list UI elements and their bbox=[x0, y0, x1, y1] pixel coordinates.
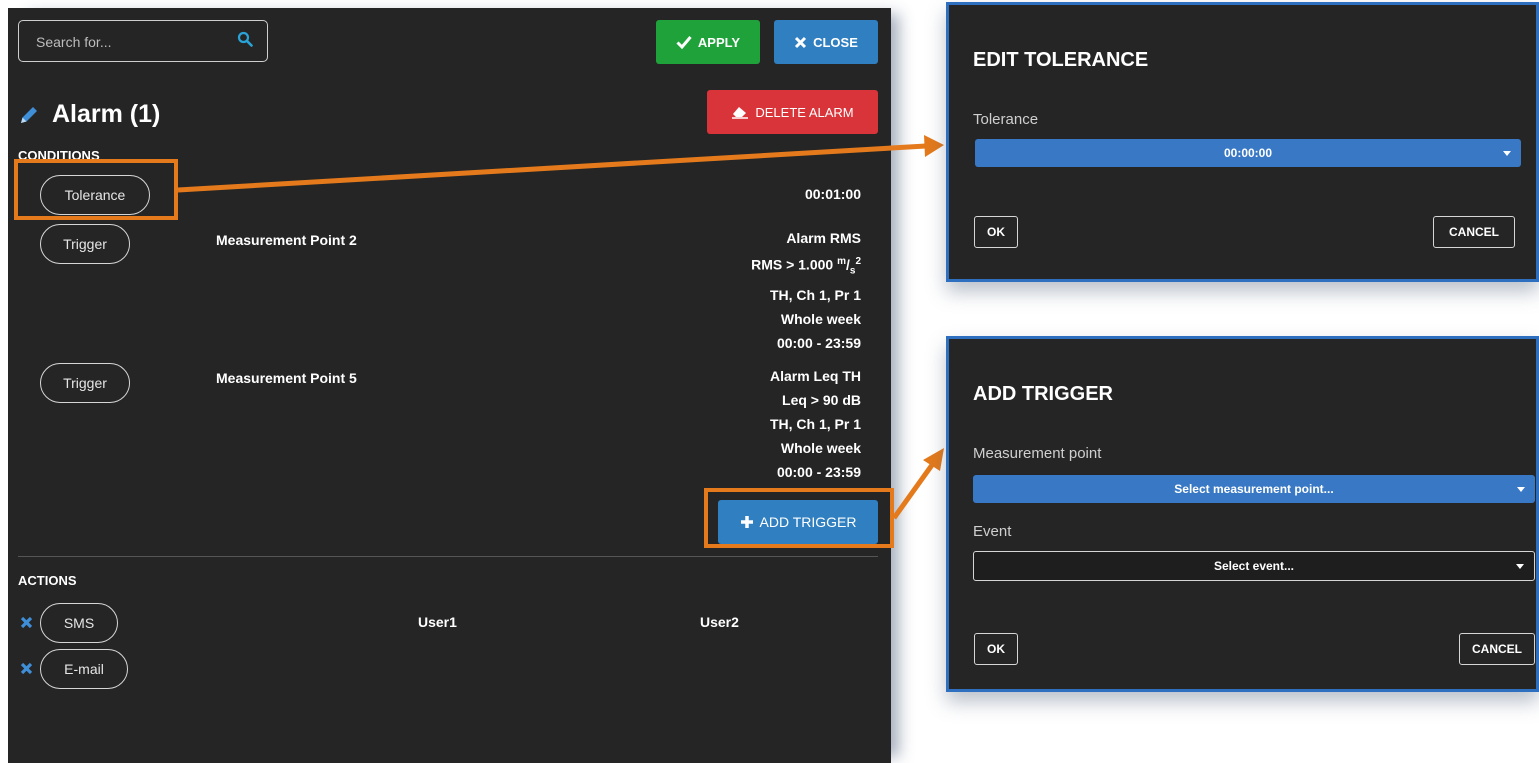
add-trigger-ok-button[interactable]: OK bbox=[974, 633, 1018, 665]
tolerance-arrow-head bbox=[924, 135, 944, 157]
add-trigger-arrow-head bbox=[923, 448, 944, 471]
event-placeholder: Select event... bbox=[1213, 559, 1295, 573]
add-trigger-arrow-line bbox=[891, 463, 935, 520]
add-trigger-cancel-button[interactable]: CANCEL bbox=[1459, 633, 1535, 665]
measurement-point-label: Measurement point bbox=[973, 445, 1102, 462]
tolerance-select-value: 00:00:00 bbox=[1223, 146, 1273, 160]
event-label: Event bbox=[973, 523, 1012, 540]
add-trigger-dialog: ADD TRIGGER Measurement point Select mea… bbox=[946, 336, 1539, 692]
chevron-down-icon bbox=[1517, 487, 1525, 492]
measurement-point-select[interactable]: Select measurement point... bbox=[973, 475, 1535, 503]
tolerance-ok-button[interactable]: OK bbox=[974, 216, 1018, 248]
measurement-point-placeholder: Select measurement point... bbox=[1174, 482, 1334, 496]
chevron-down-icon bbox=[1503, 151, 1511, 156]
tolerance-select[interactable]: 00:00:00 bbox=[975, 139, 1521, 167]
tolerance-field-label: Tolerance bbox=[973, 111, 1039, 128]
event-select[interactable]: Select event... bbox=[973, 551, 1535, 581]
edit-tolerance-title: EDIT TOLERANCE bbox=[973, 49, 1149, 71]
tolerance-arrow-line bbox=[177, 143, 927, 193]
add-trigger-title: ADD TRIGGER bbox=[973, 383, 1113, 405]
edit-tolerance-dialog: EDIT TOLERANCE Tolerance 00:00:00 OK CAN… bbox=[946, 2, 1539, 282]
chevron-down-icon bbox=[1516, 564, 1524, 569]
tolerance-cancel-button[interactable]: CANCEL bbox=[1433, 216, 1515, 248]
